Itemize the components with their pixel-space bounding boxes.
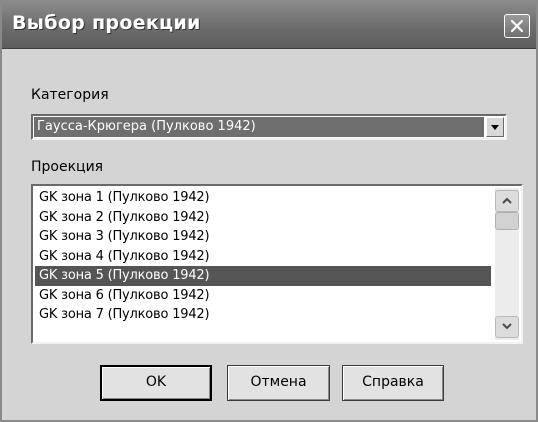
- help-button[interactable]: Справка: [342, 365, 444, 401]
- projection-label: Проекция: [31, 159, 104, 175]
- category-selected-value: Гаусса-Крюгера (Пулково 1942): [34, 117, 484, 137]
- chevron-down-icon: [491, 125, 499, 130]
- scroll-up-button[interactable]: [495, 190, 519, 212]
- close-icon: [510, 19, 524, 33]
- category-label: Категория: [31, 87, 109, 103]
- projection-list[interactable]: GK зона 1 (Пулково 1942) GK зона 2 (Пулк…: [31, 184, 523, 344]
- list-item[interactable]: GK зона 7 (Пулково 1942): [35, 305, 491, 325]
- list-item[interactable]: GK зона 4 (Пулково 1942): [35, 247, 491, 267]
- chevron-down-icon: [502, 323, 512, 330]
- title-bar[interactable]: Выбор проекции: [2, 2, 536, 49]
- list-item[interactable]: GK зона 2 (Пулково 1942): [35, 208, 491, 228]
- cancel-button[interactable]: Отмена: [227, 365, 330, 401]
- scroll-thumb[interactable]: [495, 212, 519, 230]
- list-item-selected[interactable]: GK зона 5 (Пулково 1942): [35, 266, 491, 286]
- chevron-up-icon: [502, 197, 512, 204]
- list-item[interactable]: GK зона 3 (Пулково 1942): [35, 227, 491, 247]
- projection-items: GK зона 1 (Пулково 1942) GK зона 2 (Пулк…: [35, 188, 491, 325]
- dialog-title: Выбор проекции: [12, 12, 201, 34]
- list-item[interactable]: GK зона 6 (Пулково 1942): [35, 286, 491, 306]
- category-select[interactable]: Гаусса-Крюгера (Пулково 1942): [31, 114, 507, 140]
- projection-dialog: Выбор проекции Категория Гаусса-Крюгера …: [0, 0, 538, 422]
- ok-button[interactable]: OK: [100, 365, 212, 401]
- scroll-down-button[interactable]: [495, 316, 519, 338]
- category-dropdown-button[interactable]: [486, 117, 504, 137]
- list-item[interactable]: GK зона 1 (Пулково 1942): [35, 188, 491, 208]
- close-button[interactable]: [504, 14, 530, 38]
- vertical-scrollbar[interactable]: [495, 188, 519, 340]
